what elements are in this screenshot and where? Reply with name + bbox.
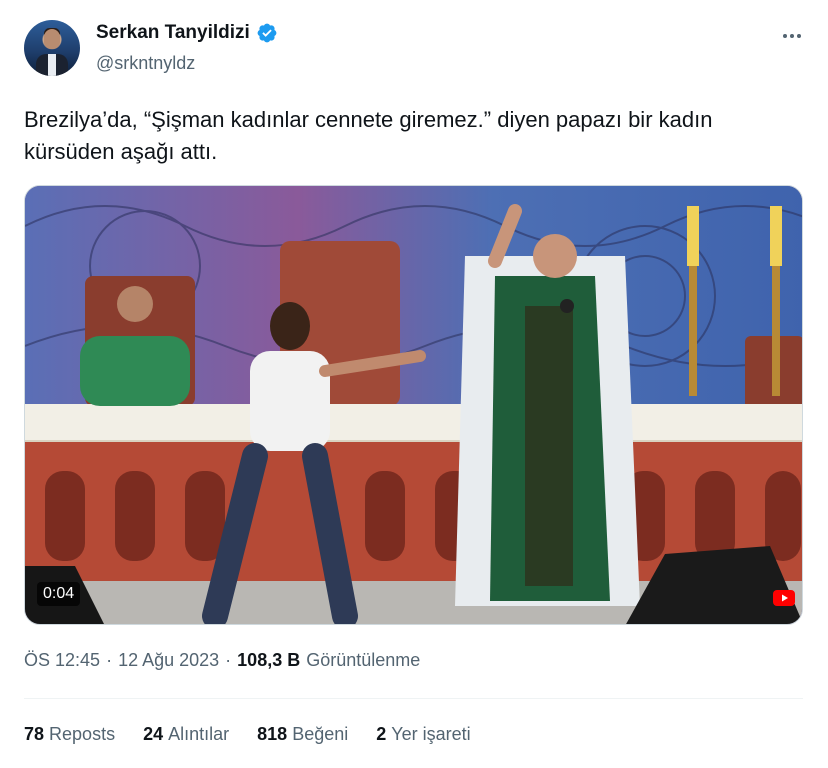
meta-separator: ·	[106, 650, 113, 670]
quotes-stat[interactable]: 24 Alıntılar	[143, 724, 229, 745]
divider	[24, 698, 803, 699]
views-label: Görüntülenme	[306, 650, 421, 670]
author-avatar[interactable]	[24, 20, 80, 76]
more-dots-icon[interactable]	[778, 22, 806, 50]
bookmarks-stat[interactable]: 2 Yer işareti	[376, 724, 470, 745]
tweet-date[interactable]: 12 Ağu 2023	[118, 650, 219, 671]
author-handle[interactable]: @srkntnyldz	[96, 53, 195, 74]
likes-stat[interactable]: 818 Beğeni	[257, 724, 348, 745]
author-name-row: Serkan Tanyildizi	[96, 22, 278, 44]
views-count: 108,3 B	[237, 650, 301, 670]
author-name[interactable]: Serkan Tanyildizi	[96, 22, 250, 44]
youtube-logo-icon	[773, 590, 795, 606]
video-frame	[25, 186, 802, 624]
video-player[interactable]: 0:04	[24, 185, 803, 625]
tweet-meta: ÖS 12:45 · 12 Ağu 2023 · 108,3 B Görüntü…	[24, 650, 420, 671]
meta-separator: ·	[225, 650, 232, 670]
engagement-stats: 78 Reposts 24 Alıntılar 818 Beğeni 2 Yer işa…	[24, 724, 471, 745]
video-duration: 0:04	[37, 582, 81, 606]
tweet-time[interactable]: ÖS 12:45	[24, 650, 100, 671]
verified-badge-icon	[257, 23, 277, 43]
reposts-stat[interactable]: 78 Reposts	[24, 724, 115, 745]
tweet-text: Brezilya’da, “Şişman kadınlar cennete gi…	[24, 107, 713, 164]
